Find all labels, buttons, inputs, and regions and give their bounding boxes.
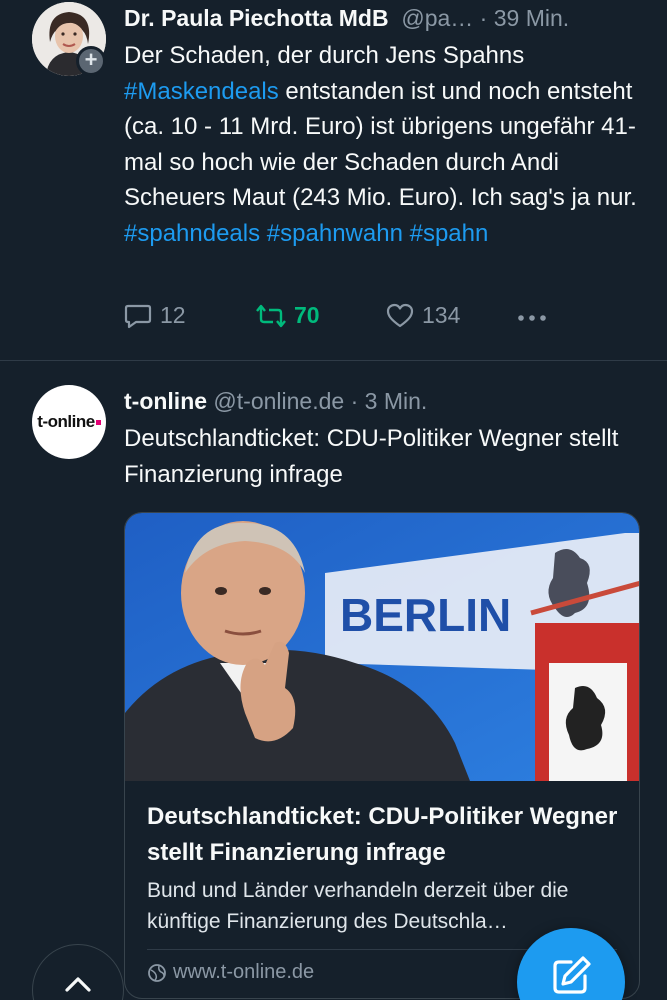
compose-icon (553, 956, 591, 994)
author-avatar[interactable]: t-online (32, 385, 106, 459)
chevron-up-icon (65, 977, 91, 992)
tweet-text-segment (403, 220, 410, 247)
card-description: Bund und Länder verhandeln derzeit über … (147, 879, 569, 933)
author-handle[interactable]: @t-online.de (207, 388, 344, 414)
author-name[interactable]: Dr. Paula Piechotta MdB (124, 5, 389, 31)
timeline-feed: + Dr. Paula Piechotta MdB @pa… · 39 Min.… (0, 0, 667, 1000)
author-avatar[interactable]: + (32, 2, 106, 76)
like-button[interactable]: 134 (386, 302, 460, 329)
card-domain[interactable]: www.t-online.de (147, 961, 314, 984)
like-count: 134 (422, 302, 461, 328)
tweet-time[interactable]: · 3 Min. (344, 388, 428, 414)
card-domain-text: www.t-online.de (173, 961, 315, 983)
sign-text: BERLIN (340, 589, 511, 641)
reply-button[interactable]: 12 (124, 302, 186, 329)
tweet-content: t-online @t-online.de · 3 Min. Deutschla… (124, 385, 643, 492)
tweet-text-segment (260, 220, 267, 247)
more-icon (518, 315, 546, 321)
hashtag-link[interactable]: #spahnwahn (267, 220, 403, 247)
logo-dot (95, 419, 101, 425)
author-name[interactable]: t-online (124, 388, 207, 414)
more-options-button[interactable] (516, 306, 548, 330)
reply-icon (124, 304, 152, 328)
tweet-content: Dr. Paula Piechotta MdB @pa… · 39 Min. D… (124, 2, 643, 251)
tweet-text: Deutschlandticket: CDU-Politiker Wegner … (124, 425, 619, 488)
reply-count: 12 (160, 302, 186, 328)
link-preview-card[interactable]: BERLIN Deutschlandticket: CDU-Politiker … (124, 512, 640, 999)
retweet-count: 70 (294, 302, 320, 328)
hashtag-link[interactable]: #spahndeals (124, 220, 260, 247)
heart-icon (386, 303, 414, 327)
card-image: BERLIN (125, 513, 639, 781)
logo-text: t-online (37, 412, 95, 431)
tweet-header: t-online @t-online.de · 3 Min. (124, 385, 643, 417)
tweet[interactable]: + Dr. Paula Piechotta MdB @pa… · 39 Min.… (0, 0, 667, 360)
link-globe-icon (148, 963, 166, 982)
hashtag-link[interactable]: #spahn (410, 220, 489, 247)
author-handle-text[interactable]: @pa… (401, 5, 473, 31)
tweet-actions: 12 70 134 (124, 302, 554, 338)
tweet-text: Der Schaden, der durch Jens Spahns #Mask… (124, 38, 643, 251)
tweet[interactable]: t-online t-online @t-online.de · 3 Min. … (0, 361, 667, 1000)
retweet-button[interactable]: 70 (256, 302, 320, 329)
hashtag-link[interactable]: #Maskendeals (124, 78, 279, 105)
plus-icon[interactable]: + (76, 46, 106, 76)
tweet-text-segment: Der Schaden, der durch Jens Spahns (124, 42, 525, 69)
tweet-time[interactable]: · 39 Min. (480, 5, 569, 31)
tweet-header: Dr. Paula Piechotta MdB @pa… · 39 Min. (124, 2, 643, 34)
card-title: Deutschlandticket: CDU-Politiker Wegner … (147, 803, 618, 866)
t-online-logo: t-online (32, 385, 106, 459)
retweet-icon (256, 304, 286, 327)
